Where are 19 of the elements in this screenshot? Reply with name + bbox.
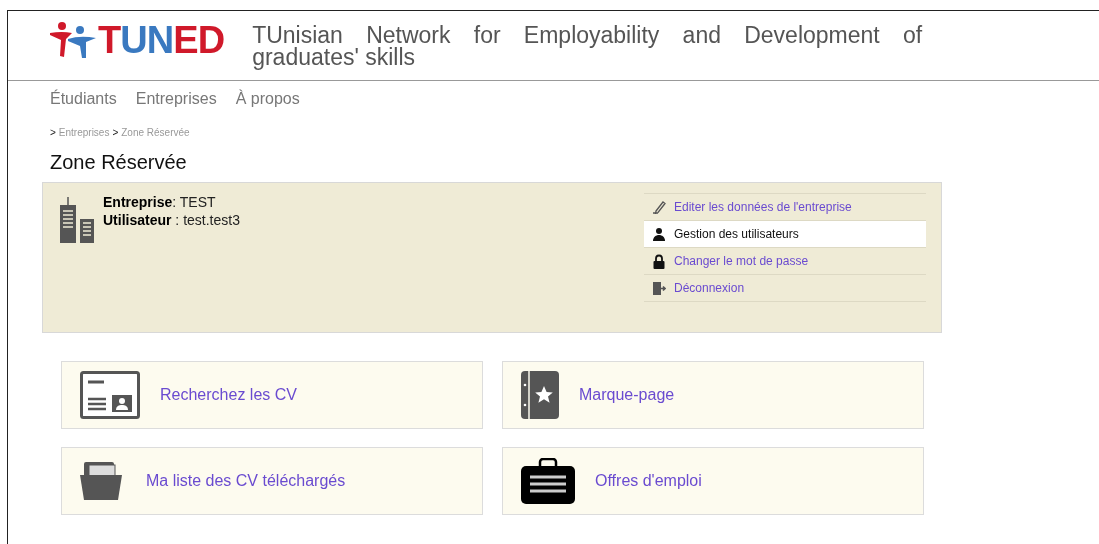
nav-link[interactable]: À propos bbox=[235, 87, 300, 111]
feature-tile[interactable]: Recherchez les CV bbox=[61, 361, 483, 429]
account-info-text: Utilisateur : test.test3 bbox=[103, 211, 240, 229]
account-info-text: Entreprise: TEST bbox=[103, 193, 217, 211]
breadcrumb-separator: > bbox=[112, 126, 119, 140]
breadcrumb-link[interactable]: Zone Réservée bbox=[121, 125, 190, 140]
nav-link[interactable]: Entreprises bbox=[135, 87, 217, 111]
page-heading: Zone Réservée bbox=[50, 150, 188, 174]
account-menu-item[interactable]: Gestion des utilisateurs bbox=[644, 221, 926, 248]
nav-link[interactable]: Étudiants bbox=[50, 87, 117, 111]
breadcrumb-link[interactable]: Entreprises bbox=[58, 125, 110, 140]
feature-tile[interactable]: Marque-page bbox=[502, 361, 924, 429]
feature-tile[interactable]: Ma liste des CV téléchargés bbox=[61, 447, 483, 515]
feature-tile[interactable]: Offres d'emploi bbox=[502, 447, 924, 515]
breadcrumb-separator: > bbox=[50, 126, 56, 140]
account-menu-item[interactable]: Changer le mot de passe bbox=[644, 248, 926, 275]
account-menu-item[interactable]: Déconnexion bbox=[644, 275, 926, 302]
logo[interactable]: TUNED bbox=[50, 21, 225, 59]
site-tagline: TUnisian Network for Employability and Development of graduates' skills bbox=[252, 21, 923, 68]
